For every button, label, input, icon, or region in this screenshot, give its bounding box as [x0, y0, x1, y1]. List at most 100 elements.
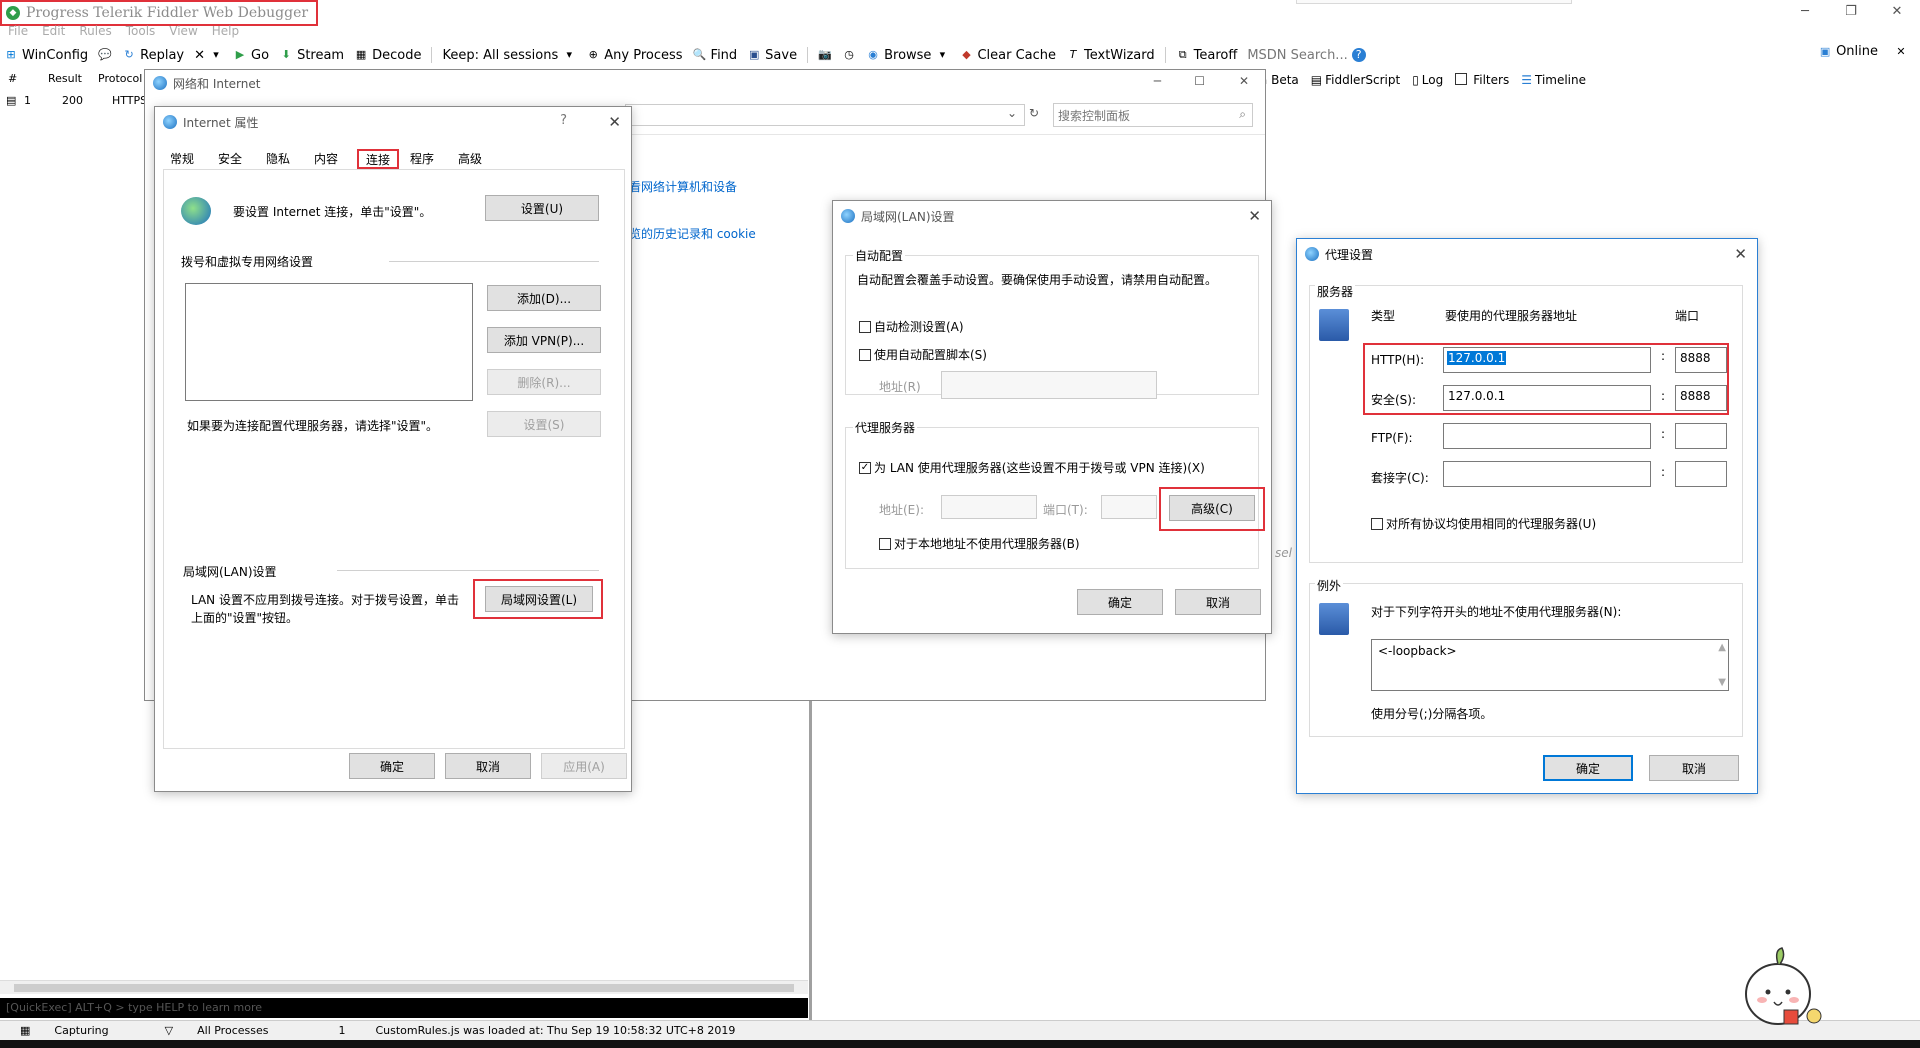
- advanced-button[interactable]: 高级(C): [1169, 495, 1255, 521]
- scroll-down-icon[interactable]: ▼: [1718, 677, 1726, 688]
- cancel-button[interactable]: 取消: [1649, 755, 1739, 781]
- menu-edit[interactable]: Edit: [42, 24, 65, 40]
- online-indicator[interactable]: ▣ Online ✕: [1818, 44, 1908, 59]
- textwizard-button[interactable]: T TextWizard: [1066, 48, 1155, 63]
- cancel-button[interactable]: 取消: [445, 753, 531, 779]
- refresh-icon[interactable]: ↻: [1029, 106, 1039, 120]
- process-filter[interactable]: ▽ All Processes: [145, 1024, 289, 1037]
- browse-dropdown[interactable]: ◉ Browse ▾: [866, 48, 949, 63]
- http-port-input[interactable]: 8888: [1675, 347, 1727, 373]
- close-icon[interactable]: ✕: [1239, 74, 1249, 88]
- auto-detect-checkbox[interactable]: [859, 320, 871, 333]
- same-proxy-option[interactable]: 对所有协议均使用相同的代理服务器(U): [1371, 515, 1596, 532]
- help-icon[interactable]: ?: [560, 113, 567, 128]
- save-button[interactable]: ▣ Save: [747, 48, 797, 63]
- session-row[interactable]: ▤ 1 200 HTTPS: [0, 94, 156, 110]
- tab-log[interactable]: ▯ Log: [1412, 73, 1443, 87]
- ok-button[interactable]: 确定: [1543, 755, 1633, 781]
- any-process-button[interactable]: ⊕ Any Process: [586, 48, 683, 63]
- keep-sessions-dropdown[interactable]: Keep: All sessions ▾: [442, 48, 576, 63]
- browsing-history-link[interactable]: 览的历史记录和 cookie: [629, 225, 756, 242]
- ok-button[interactable]: 确定: [1077, 589, 1163, 615]
- secure-port-input[interactable]: 8888: [1675, 385, 1727, 411]
- lan-settings-button[interactable]: 局域网设置(L): [485, 586, 593, 612]
- connections-listbox[interactable]: [185, 283, 473, 401]
- view-network-devices-link[interactable]: 看网络计算机和设备: [629, 178, 737, 195]
- find-button[interactable]: 🔍 Find: [693, 48, 738, 63]
- socks-port-input[interactable]: [1675, 461, 1727, 487]
- tearoff-button[interactable]: ⧉ Tearoff: [1176, 48, 1238, 63]
- close-icon[interactable]: ✕: [1874, 0, 1920, 22]
- same-proxy-checkbox[interactable]: [1371, 517, 1383, 530]
- apply-button[interactable]: 应用(A): [541, 753, 627, 779]
- minimize-icon[interactable]: ─: [1782, 0, 1828, 22]
- winconfig-button[interactable]: ⊞ WinConfig: [4, 48, 88, 63]
- proxy-address-input[interactable]: [941, 495, 1037, 519]
- maximize-icon[interactable]: ☐: [1194, 74, 1205, 88]
- bypass-local-option[interactable]: 对于本地地址不使用代理服务器(B): [879, 535, 1080, 552]
- proxy-port-input[interactable]: [1101, 495, 1157, 519]
- tab-general[interactable]: 常规: [163, 147, 201, 169]
- go-button[interactable]: ▶ Go: [233, 48, 269, 63]
- clear-cache-button[interactable]: ◆ Clear Cache: [959, 48, 1056, 63]
- menu-rules[interactable]: Rules: [79, 24, 111, 40]
- column-protocol[interactable]: Protocol: [98, 72, 148, 88]
- column-number[interactable]: #: [0, 72, 48, 88]
- add-vpn-button[interactable]: 添加 VPN(P)...: [487, 327, 601, 353]
- menu-view[interactable]: View: [169, 24, 197, 40]
- comment-button[interactable]: 💬: [98, 48, 112, 62]
- replay-button[interactable]: ↻ Replay: [122, 48, 185, 63]
- auto-detect-option[interactable]: 自动检测设置(A): [859, 318, 964, 335]
- menu-tools[interactable]: Tools: [126, 24, 156, 40]
- ftp-port-input[interactable]: [1675, 423, 1727, 449]
- tab-security[interactable]: 安全: [211, 147, 249, 169]
- http-address-input[interactable]: 127.0.0.1: [1443, 347, 1651, 373]
- use-script-option[interactable]: 使用自动配置脚本(S): [859, 346, 987, 363]
- chevron-down-icon[interactable]: ⌄: [1007, 106, 1017, 120]
- remove-dropdown[interactable]: ✕ ▾: [194, 48, 223, 63]
- secure-address-input[interactable]: 127.0.0.1: [1443, 385, 1651, 411]
- scroll-up-icon[interactable]: ▲: [1718, 642, 1726, 653]
- cancel-button[interactable]: 取消: [1175, 589, 1261, 615]
- tab-content[interactable]: 内容: [307, 147, 345, 169]
- capturing-status[interactable]: ▦ Capturing: [0, 1024, 129, 1037]
- tab-timeline[interactable]: ☰ Timeline: [1521, 73, 1586, 87]
- tab-fiddlerscript[interactable]: ▤ FiddlerScript: [1311, 73, 1400, 87]
- close-icon[interactable]: ✕: [1248, 207, 1261, 225]
- decode-button[interactable]: ▦ Decode: [354, 48, 422, 63]
- close-icon[interactable]: ✕: [1734, 245, 1747, 263]
- menu-help[interactable]: Help: [212, 24, 239, 40]
- setup-button[interactable]: 设置(U): [485, 195, 599, 221]
- session-horizontal-scrollbar[interactable]: [0, 980, 808, 994]
- address-bar[interactable]: [625, 104, 1025, 126]
- restore-icon[interactable]: ❐: [1828, 0, 1874, 22]
- msdn-search-box[interactable]: MSDN Search...?: [1247, 48, 1366, 63]
- bypass-local-checkbox[interactable]: [879, 537, 891, 550]
- screenshot-button[interactable]: 📷: [818, 48, 832, 62]
- tab-advanced[interactable]: 高级: [451, 147, 489, 169]
- remove-button[interactable]: 删除(R)...: [487, 369, 601, 395]
- use-proxy-checkbox[interactable]: ✓: [859, 461, 871, 474]
- use-proxy-option[interactable]: ✓ 为 LAN 使用代理服务器(这些设置不用于拨号或 VPN 连接)(X): [859, 459, 1205, 476]
- column-result[interactable]: Result: [48, 72, 98, 88]
- socks-address-input[interactable]: [1443, 461, 1651, 487]
- stream-button[interactable]: ⬇ Stream: [279, 48, 344, 63]
- filters-checkbox[interactable]: [1455, 73, 1468, 85]
- close-icon[interactable]: ✕: [608, 113, 621, 131]
- tab-privacy[interactable]: 隐私: [259, 147, 297, 169]
- use-script-checkbox[interactable]: [859, 348, 871, 361]
- scrollbar-thumb[interactable]: [14, 984, 794, 992]
- minimize-icon[interactable]: ─: [1154, 74, 1161, 88]
- tab-programs[interactable]: 程序: [403, 147, 441, 169]
- quickexec-input[interactable]: [QuickExec] ALT+Q > type HELP to learn m…: [0, 998, 808, 1018]
- control-panel-search[interactable]: 搜索控制面板 ⌕: [1053, 103, 1253, 127]
- tab-connections[interactable]: 连接: [357, 149, 400, 169]
- tab-filters[interactable]: Filters: [1455, 73, 1509, 87]
- ok-button[interactable]: 确定: [349, 753, 435, 779]
- ftp-address-input[interactable]: [1443, 423, 1651, 449]
- script-address-input[interactable]: [941, 371, 1157, 399]
- connection-settings-button[interactable]: 设置(S): [487, 411, 601, 437]
- exceptions-textarea[interactable]: <-loopback> ▲ ▼: [1371, 639, 1729, 691]
- timer-button[interactable]: ◷: [842, 48, 856, 62]
- menu-file[interactable]: File: [8, 24, 28, 40]
